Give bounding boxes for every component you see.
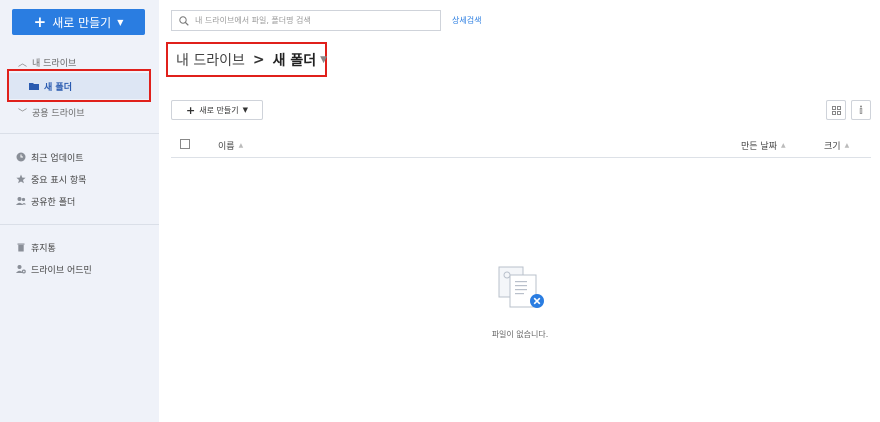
no-files-icon xyxy=(498,266,544,308)
sidebar-divider xyxy=(0,133,159,134)
chevron-up-icon: ︿ xyxy=(18,58,28,69)
sort-arrow-icon: ▲ xyxy=(844,142,850,149)
column-header-name[interactable]: 이름 ▲ xyxy=(218,139,243,152)
grid-view-button[interactable] xyxy=(826,100,846,120)
shared-users-icon xyxy=(16,197,26,205)
star-icon xyxy=(16,174,26,184)
new-create-label: 새로 만들기 xyxy=(52,15,112,30)
sort-arrow-icon: ▲ xyxy=(238,142,244,149)
sidebar-item-recent[interactable]: 최근 업데이트 xyxy=(16,150,84,164)
more-options-button[interactable] xyxy=(851,100,871,120)
advanced-search-link[interactable]: 상세검색 xyxy=(452,15,481,26)
plus-icon: + xyxy=(186,103,196,117)
search-placeholder: 내 드라이브에서 파일, 폴더명 검색 xyxy=(195,16,311,25)
info-icon xyxy=(859,105,863,114)
plus-icon: + xyxy=(33,12,47,31)
breadcrumb-root[interactable]: 내 드라이브 xyxy=(176,50,245,70)
search-icon xyxy=(179,15,189,26)
sidebar-item-label: 내 드라이브 xyxy=(32,58,77,69)
column-header-size[interactable]: 크기 ▲ xyxy=(824,139,849,152)
column-header-label: 만든 날짜 xyxy=(741,142,777,152)
new-create-button[interactable]: + 새로 만들기 ▼ xyxy=(12,9,145,35)
sidebar: + 새로 만들기 ▼ ︿ 내 드라이브 새 폴더 ﹀ 공용 드라이브 최근 업데… xyxy=(0,0,159,422)
table-header: 이름 ▲ 만든 날짜 ▲ 크기 ▲ xyxy=(171,134,871,158)
admin-user-icon xyxy=(16,265,26,274)
sidebar-item-label: 드라이브 어드민 xyxy=(31,265,92,276)
caret-down-icon: ▼ xyxy=(117,17,124,27)
select-all-checkbox[interactable] xyxy=(180,139,190,149)
sidebar-item-label: 공유한 폴더 xyxy=(31,197,76,208)
column-header-created[interactable]: 만든 날짜 ▲ xyxy=(741,139,786,152)
trash-icon xyxy=(17,243,25,252)
breadcrumb: 내 드라이브 > 새 폴더 ▼ xyxy=(176,50,327,70)
empty-state-message: 파일이 없습니다. xyxy=(491,330,549,339)
sort-arrow-icon: ▲ xyxy=(780,142,786,149)
toolbar-new-button[interactable]: + 새로 만들기 ▼ xyxy=(171,100,263,120)
highlight-box-sidebar-folder xyxy=(7,69,151,102)
toolbar-new-label: 새로 만들기 xyxy=(199,105,239,115)
sidebar-item-label: 최근 업데이트 xyxy=(31,153,84,164)
sidebar-item-shared-drive[interactable]: ﹀ 공용 드라이브 xyxy=(0,102,159,122)
search-input[interactable]: 내 드라이브에서 파일, 폴더명 검색 xyxy=(171,10,441,31)
grid-icon xyxy=(831,105,841,115)
sidebar-item-shared-folders[interactable]: 공유한 폴더 xyxy=(16,194,75,208)
sidebar-item-drive-admin[interactable]: 드라이브 어드민 xyxy=(16,262,92,276)
column-header-label: 크기 xyxy=(824,142,841,152)
sidebar-item-label: 휴지통 xyxy=(31,243,56,254)
breadcrumb-current[interactable]: 새 폴더 xyxy=(273,50,317,70)
sidebar-divider xyxy=(0,224,159,225)
column-header-label: 이름 xyxy=(218,142,235,152)
clock-icon xyxy=(16,152,26,162)
sidebar-item-label: 공용 드라이브 xyxy=(32,108,85,119)
chevron-down-icon: ﹀ xyxy=(18,108,28,119)
sidebar-item-trash[interactable]: 휴지통 xyxy=(16,240,56,254)
caret-down-icon[interactable]: ▼ xyxy=(320,55,327,65)
caret-down-icon: ▼ xyxy=(242,106,248,114)
breadcrumb-separator: > xyxy=(252,52,265,68)
sidebar-item-starred[interactable]: 중요 표시 항목 xyxy=(16,172,86,186)
sidebar-item-label: 중요 표시 항목 xyxy=(31,175,87,186)
